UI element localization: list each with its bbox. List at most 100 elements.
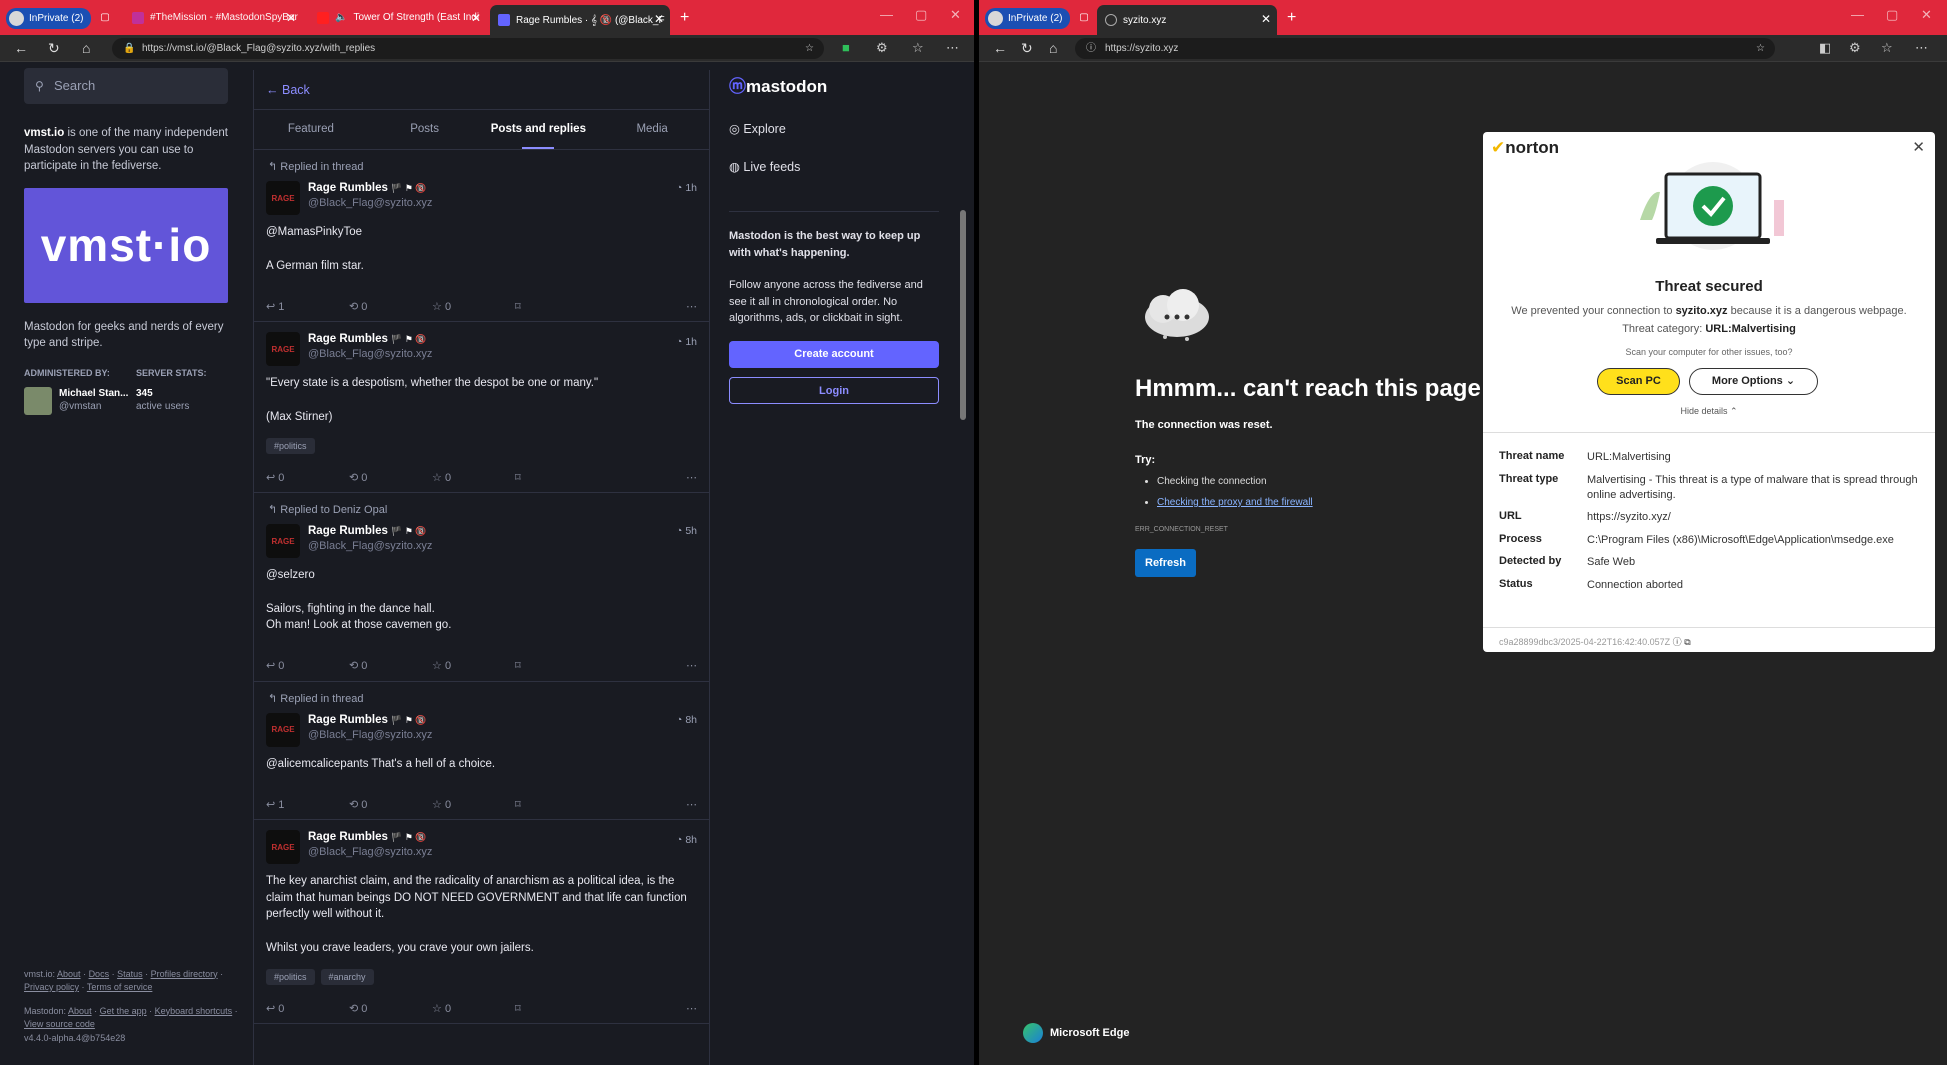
copy-icon[interactable]: ⧉ — [1684, 637, 1690, 647]
footer-shortcuts-link[interactable]: Keyboard shortcuts — [155, 1006, 233, 1016]
display-name[interactable]: Rage Rumbles — [308, 714, 388, 726]
scan-pc-button[interactable]: Scan PC — [1597, 368, 1680, 395]
inprivate-badge[interactable]: InPrivate (2) — [6, 7, 92, 29]
post[interactable]: ↰ Replied in thread RAGE Rage Rumbles 🏴 ⚑ … — [254, 150, 709, 322]
tab-posts-and-replies[interactable]: Posts and replies — [482, 110, 596, 149]
minimize-icon[interactable]: — — [1851, 7, 1864, 22]
avatar[interactable]: RAGE — [266, 712, 300, 747]
scrollbar-thumb[interactable] — [960, 210, 966, 420]
more-menu-icon[interactable]: ⋯ — [1915, 40, 1928, 56]
favorites-icon[interactable]: ☆ — [912, 40, 924, 56]
more-options-icon[interactable]: ⋯ — [686, 798, 697, 811]
avatar[interactable]: RAGE — [266, 830, 300, 864]
close-tab-icon[interactable]: ✕ — [1261, 12, 1271, 26]
scrollbar[interactable] — [959, 70, 967, 1057]
boost-button[interactable]: ⟲ 0 — [349, 471, 432, 484]
reply-button[interactable]: ↩ 0 — [266, 471, 349, 484]
tab-rage-rumbles[interactable]: Rage Rumbles · 𝄞 🔞 (@Black_F ✕ — [490, 5, 670, 35]
footer-about-link[interactable]: About — [57, 969, 81, 979]
minimize-icon[interactable]: — — [880, 7, 893, 22]
more-options-button[interactable]: More Options ⌄ — [1689, 368, 1818, 395]
avatar[interactable]: RAGE — [266, 332, 300, 366]
info-icon[interactable]: ⓘ — [1673, 637, 1682, 647]
reply-button[interactable]: ↩ 1 — [266, 798, 349, 811]
favourite-button[interactable]: ☆ 0 — [432, 1002, 515, 1015]
hashtag-link[interactable]: #politics — [266, 969, 315, 985]
boost-button[interactable]: ⟲ 0 — [349, 798, 432, 811]
new-tab-button[interactable]: + — [680, 4, 689, 31]
close-tab-icon[interactable]: ✕ — [286, 11, 296, 25]
favorite-star-icon[interactable]: ☆ — [1756, 38, 1765, 59]
display-name[interactable]: Rage Rumbles — [308, 525, 388, 537]
reply-button[interactable]: ↩ 0 — [266, 1002, 349, 1015]
close-window-icon[interactable]: ✕ — [1921, 7, 1932, 23]
post[interactable]: RAGE Rage Rumbles 🏴 ⚑ 🔞 @Black_Flag@syzito… — [254, 820, 709, 1024]
tab-actions-icon[interactable]: ▢ — [96, 4, 114, 31]
extensions-icon[interactable]: ⚙ — [876, 40, 888, 56]
tab-posts[interactable]: Posts — [368, 110, 482, 149]
bookmark-button[interactable]: ⌑ — [515, 471, 598, 484]
create-account-button[interactable]: Create account — [729, 340, 939, 368]
tab-actions-icon[interactable]: ▢ — [1075, 4, 1093, 31]
home-icon[interactable]: ⌂ — [1049, 40, 1057, 56]
favorites-icon[interactable]: ☆ — [1881, 40, 1893, 56]
tab-mastodonspybar[interactable]: #TheMission - #MastodonSpyBar ✕ — [128, 4, 302, 31]
hashtag-link[interactable]: #anarchy — [320, 969, 374, 985]
tab-featured[interactable]: Featured — [254, 110, 368, 149]
close-icon[interactable]: ✕ — [1912, 138, 1925, 156]
display-name[interactable]: Rage Rumbles — [308, 333, 388, 345]
more-menu-icon[interactable]: ⋯ — [946, 40, 959, 56]
favourite-button[interactable]: ☆ 0 — [432, 798, 515, 811]
tab-youtube[interactable]: 🔈 Tower Of Strength (East Indi ✕ — [313, 4, 487, 31]
post[interactable]: ↰ Replied in thread RAGE Rage Rumbles 🏴 ⚑ … — [254, 682, 709, 820]
new-tab-button[interactable]: + — [1287, 4, 1296, 31]
footer-docs-link[interactable]: Docs — [89, 969, 110, 979]
favourite-button[interactable]: ☆ 0 — [432, 300, 515, 313]
account-handle[interactable]: @Black_Flag@syzito.xyz — [308, 729, 432, 741]
back-button[interactable]: ← Back — [254, 70, 709, 110]
more-options-icon[interactable]: ⋯ — [686, 659, 697, 672]
more-options-icon[interactable]: ⋯ — [686, 1002, 697, 1015]
close-window-icon[interactable]: ✕ — [950, 7, 961, 23]
boost-button[interactable]: ⟲ 0 — [349, 659, 432, 672]
extensions-icon[interactable]: ⚙ — [1849, 40, 1861, 56]
footer-privacy-link[interactable]: Privacy policy — [24, 982, 79, 992]
footer-get-app-link[interactable]: Get the app — [100, 1006, 147, 1016]
speaker-icon[interactable]: 🔈 — [335, 12, 347, 23]
inprivate-badge[interactable]: InPrivate (2) — [985, 7, 1071, 29]
url-field[interactable]: 🔒 https://vmst.io/@Black_Flag@syzito.xyz… — [112, 38, 824, 59]
account-handle[interactable]: @Black_Flag@syzito.xyz — [308, 197, 432, 209]
favorite-star-icon[interactable]: ☆ — [805, 38, 814, 59]
reply-button[interactable]: ↩ 0 — [266, 659, 349, 672]
avatar[interactable]: RAGE — [266, 524, 300, 558]
back-arrow-icon[interactable]: ← — [993, 40, 1007, 56]
extension-icon[interactable]: ◧ — [1819, 40, 1831, 56]
footer-source-link[interactable]: View source code — [24, 1019, 95, 1029]
maximize-icon[interactable]: ▢ — [1886, 7, 1898, 23]
bookmark-button[interactable]: ⌑ — [515, 300, 598, 313]
home-icon[interactable]: ⌂ — [82, 40, 90, 56]
url-field[interactable]: ⓘ https://syzito.xyz ☆ — [1075, 38, 1775, 59]
proxy-firewall-link[interactable]: Checking the proxy and the firewall — [1157, 497, 1313, 508]
footer-directory-link[interactable]: Profiles directory — [151, 969, 218, 979]
tab-media[interactable]: Media — [595, 110, 709, 149]
footer-terms-link[interactable]: Terms of service — [87, 982, 153, 992]
post-time[interactable]: ◔ 1h — [676, 182, 697, 194]
mastodon-logo[interactable]: ⓜmastodon — [729, 72, 939, 97]
account-handle[interactable]: @Black_Flag@syzito.xyz — [308, 540, 432, 552]
nav-explore[interactable]: ◎ Explore — [729, 121, 939, 159]
account-handle[interactable]: @Black_Flag@syzito.xyz — [308, 846, 432, 858]
login-button[interactable]: Login — [729, 376, 939, 404]
display-name[interactable]: Rage Rumbles — [308, 831, 388, 843]
more-options-icon[interactable]: ⋯ — [686, 471, 697, 484]
footer-mastodon-about-link[interactable]: About — [68, 1006, 92, 1016]
boost-button[interactable]: ⟲ 0 — [349, 300, 432, 313]
footer-status-link[interactable]: Status — [117, 969, 143, 979]
reply-button[interactable]: ↩ 1 — [266, 300, 349, 313]
extension-icon[interactable]: ■ — [842, 40, 850, 55]
reload-icon[interactable]: ↻ — [48, 40, 60, 57]
favourite-button[interactable]: ☆ 0 — [432, 471, 515, 484]
avatar[interactable]: RAGE — [266, 181, 300, 215]
reload-icon[interactable]: ↻ — [1021, 40, 1033, 57]
bookmark-button[interactable]: ⌑ — [515, 798, 598, 811]
